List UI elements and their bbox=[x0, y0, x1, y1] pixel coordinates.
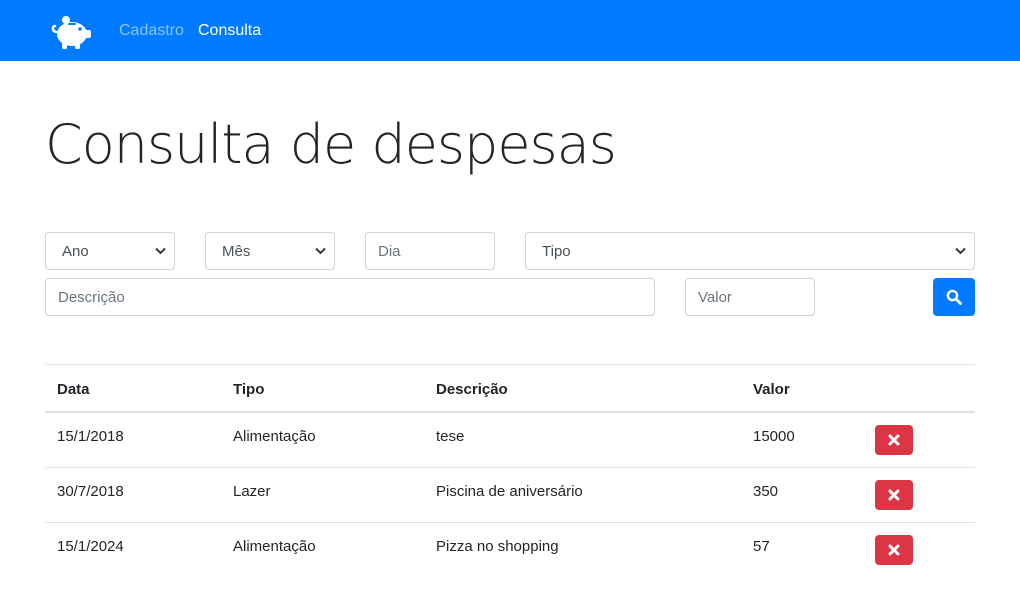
table-row: 30/7/2018 Lazer Piscina de aniversário 3… bbox=[45, 468, 975, 523]
cell-descricao: tese bbox=[436, 428, 465, 445]
delete-button[interactable] bbox=[875, 535, 913, 565]
cell-descricao: Piscina de aniversário bbox=[436, 483, 583, 500]
ano-select-value: Ano bbox=[62, 243, 89, 260]
cell-data: 15/1/2024 bbox=[57, 538, 124, 555]
delete-button[interactable] bbox=[875, 480, 913, 510]
header-tipo: Tipo bbox=[233, 381, 265, 398]
header-descricao: Descrição bbox=[436, 381, 508, 398]
tipo-select[interactable]: Tipo bbox=[525, 232, 975, 270]
expenses-table: Data Tipo Descrição Valor 15/1/2018 Alim… bbox=[45, 364, 975, 578]
chevron-down-icon bbox=[155, 247, 166, 255]
cell-data: 15/1/2018 bbox=[57, 428, 124, 445]
cell-tipo: Alimentação bbox=[233, 538, 316, 555]
search-icon bbox=[946, 289, 962, 305]
table-row: 15/1/2018 Alimentação tese 15000 bbox=[45, 413, 975, 468]
delete-button[interactable] bbox=[875, 425, 913, 455]
descricao-input[interactable] bbox=[45, 278, 655, 316]
search-button[interactable] bbox=[933, 278, 975, 316]
times-icon bbox=[888, 544, 900, 556]
cell-valor: 15000 bbox=[753, 428, 795, 445]
cell-tipo: Alimentação bbox=[233, 428, 316, 445]
times-icon bbox=[888, 434, 900, 446]
header-valor: Valor bbox=[753, 381, 790, 398]
table-row: 15/1/2024 Alimentação Pizza no shopping … bbox=[45, 523, 975, 578]
valor-input[interactable] bbox=[685, 278, 815, 316]
tipo-select-value: Tipo bbox=[542, 243, 571, 260]
page-title: Consulta de despesas bbox=[45, 113, 617, 176]
cell-valor: 57 bbox=[753, 538, 770, 555]
times-icon bbox=[888, 489, 900, 501]
chevron-down-icon bbox=[955, 247, 966, 255]
mes-select-value: Mês bbox=[222, 243, 251, 260]
chevron-down-icon bbox=[315, 247, 326, 255]
piggy-bank-icon[interactable] bbox=[50, 12, 94, 50]
nav-link-consulta[interactable]: Consulta bbox=[198, 21, 261, 41]
cell-descricao: Pizza no shopping bbox=[436, 538, 559, 555]
mes-select[interactable]: Mês bbox=[205, 232, 335, 270]
navbar: Cadastro Consulta bbox=[0, 0, 1020, 61]
header-data: Data bbox=[57, 381, 90, 398]
cell-data: 30/7/2018 bbox=[57, 483, 124, 500]
table-header: Data Tipo Descrição Valor bbox=[45, 365, 975, 413]
cell-valor: 350 bbox=[753, 483, 779, 500]
dia-input[interactable] bbox=[365, 232, 495, 270]
ano-select[interactable]: Ano bbox=[45, 232, 175, 270]
nav-link-cadastro[interactable]: Cadastro bbox=[119, 21, 184, 41]
cell-tipo: Lazer bbox=[233, 483, 271, 500]
